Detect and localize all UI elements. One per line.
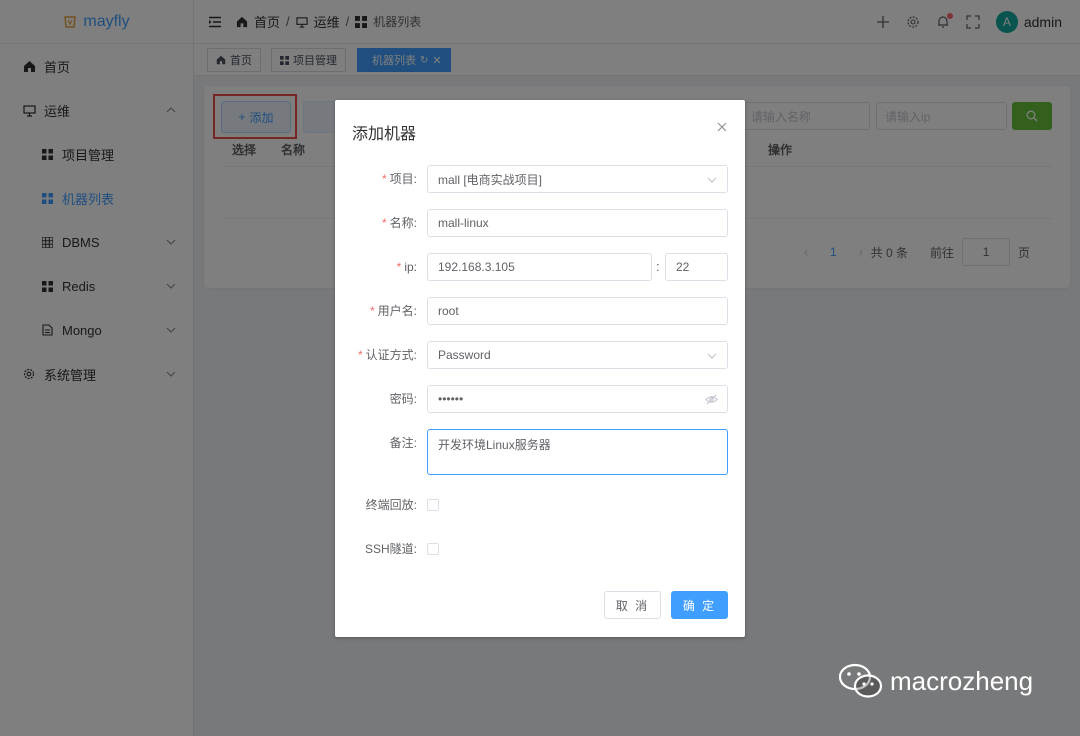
- playback-checkbox[interactable]: [427, 499, 439, 511]
- auth-method-value: Password: [438, 348, 491, 362]
- project-select-value: mall [电商实战项目]: [438, 172, 543, 187]
- field-label: * 认证方式:: [357, 348, 417, 362]
- chevron-down-icon: [707, 177, 717, 183]
- form-row-username: * 用户名: root: [335, 297, 745, 325]
- project-select[interactable]: mall [电商实战项目]: [427, 165, 728, 193]
- chevron-down-icon: [707, 353, 717, 359]
- watermark: macrozheng: [838, 662, 1033, 700]
- field-label: 密码:: [389, 392, 417, 406]
- username-field[interactable]: root: [427, 297, 728, 325]
- password-field[interactable]: ••••••: [427, 385, 728, 413]
- cancel-button[interactable]: 取 消: [604, 591, 661, 619]
- form-row-ip: * ip: 192.168.3.105 : 22: [335, 253, 745, 281]
- field-label: * 用户名:: [369, 304, 417, 318]
- ip-port-separator: :: [656, 259, 660, 274]
- field-label: 备注:: [389, 436, 417, 450]
- dialog-title: 添加机器: [352, 126, 417, 143]
- confirm-button[interactable]: 确 定: [671, 591, 728, 619]
- watermark-text: macrozheng: [890, 665, 1034, 696]
- field-label: * 项目:: [381, 172, 417, 186]
- ip-field[interactable]: 192.168.3.105: [427, 253, 652, 281]
- field-label: SSH隧道:: [364, 542, 417, 556]
- wechat-icon: [838, 663, 883, 698]
- form-row-password: 密码: ••••••: [335, 385, 745, 413]
- auth-method-select[interactable]: Password: [427, 341, 728, 369]
- form-row-name: * 名称: mall-linux: [335, 209, 745, 237]
- form-row-project: * 项目: mall [电商实战项目]: [335, 165, 745, 193]
- eye-off-icon[interactable]: [705, 394, 718, 405]
- name-field[interactable]: mall-linux: [427, 209, 728, 237]
- password-value: ••••••: [438, 392, 464, 406]
- field-label: * ip:: [396, 260, 417, 274]
- port-field[interactable]: 22: [665, 253, 728, 281]
- form-row-playback: 终端回放:: [335, 491, 745, 519]
- close-icon[interactable]: [717, 122, 727, 132]
- field-label: * 名称:: [381, 216, 417, 230]
- form-row-ssh-tunnel: SSH隧道:: [335, 535, 745, 563]
- form-row-auth: * 认证方式: Password: [335, 341, 745, 369]
- ssh-tunnel-checkbox[interactable]: [427, 543, 439, 555]
- field-label: 终端回放:: [365, 498, 417, 512]
- remark-textarea[interactable]: 开发环境Linux服务器: [427, 429, 728, 475]
- add-machine-dialog: 添加机器 * 项目: mall [电商实战项目] * 名称: mall-linux …: [335, 100, 745, 637]
